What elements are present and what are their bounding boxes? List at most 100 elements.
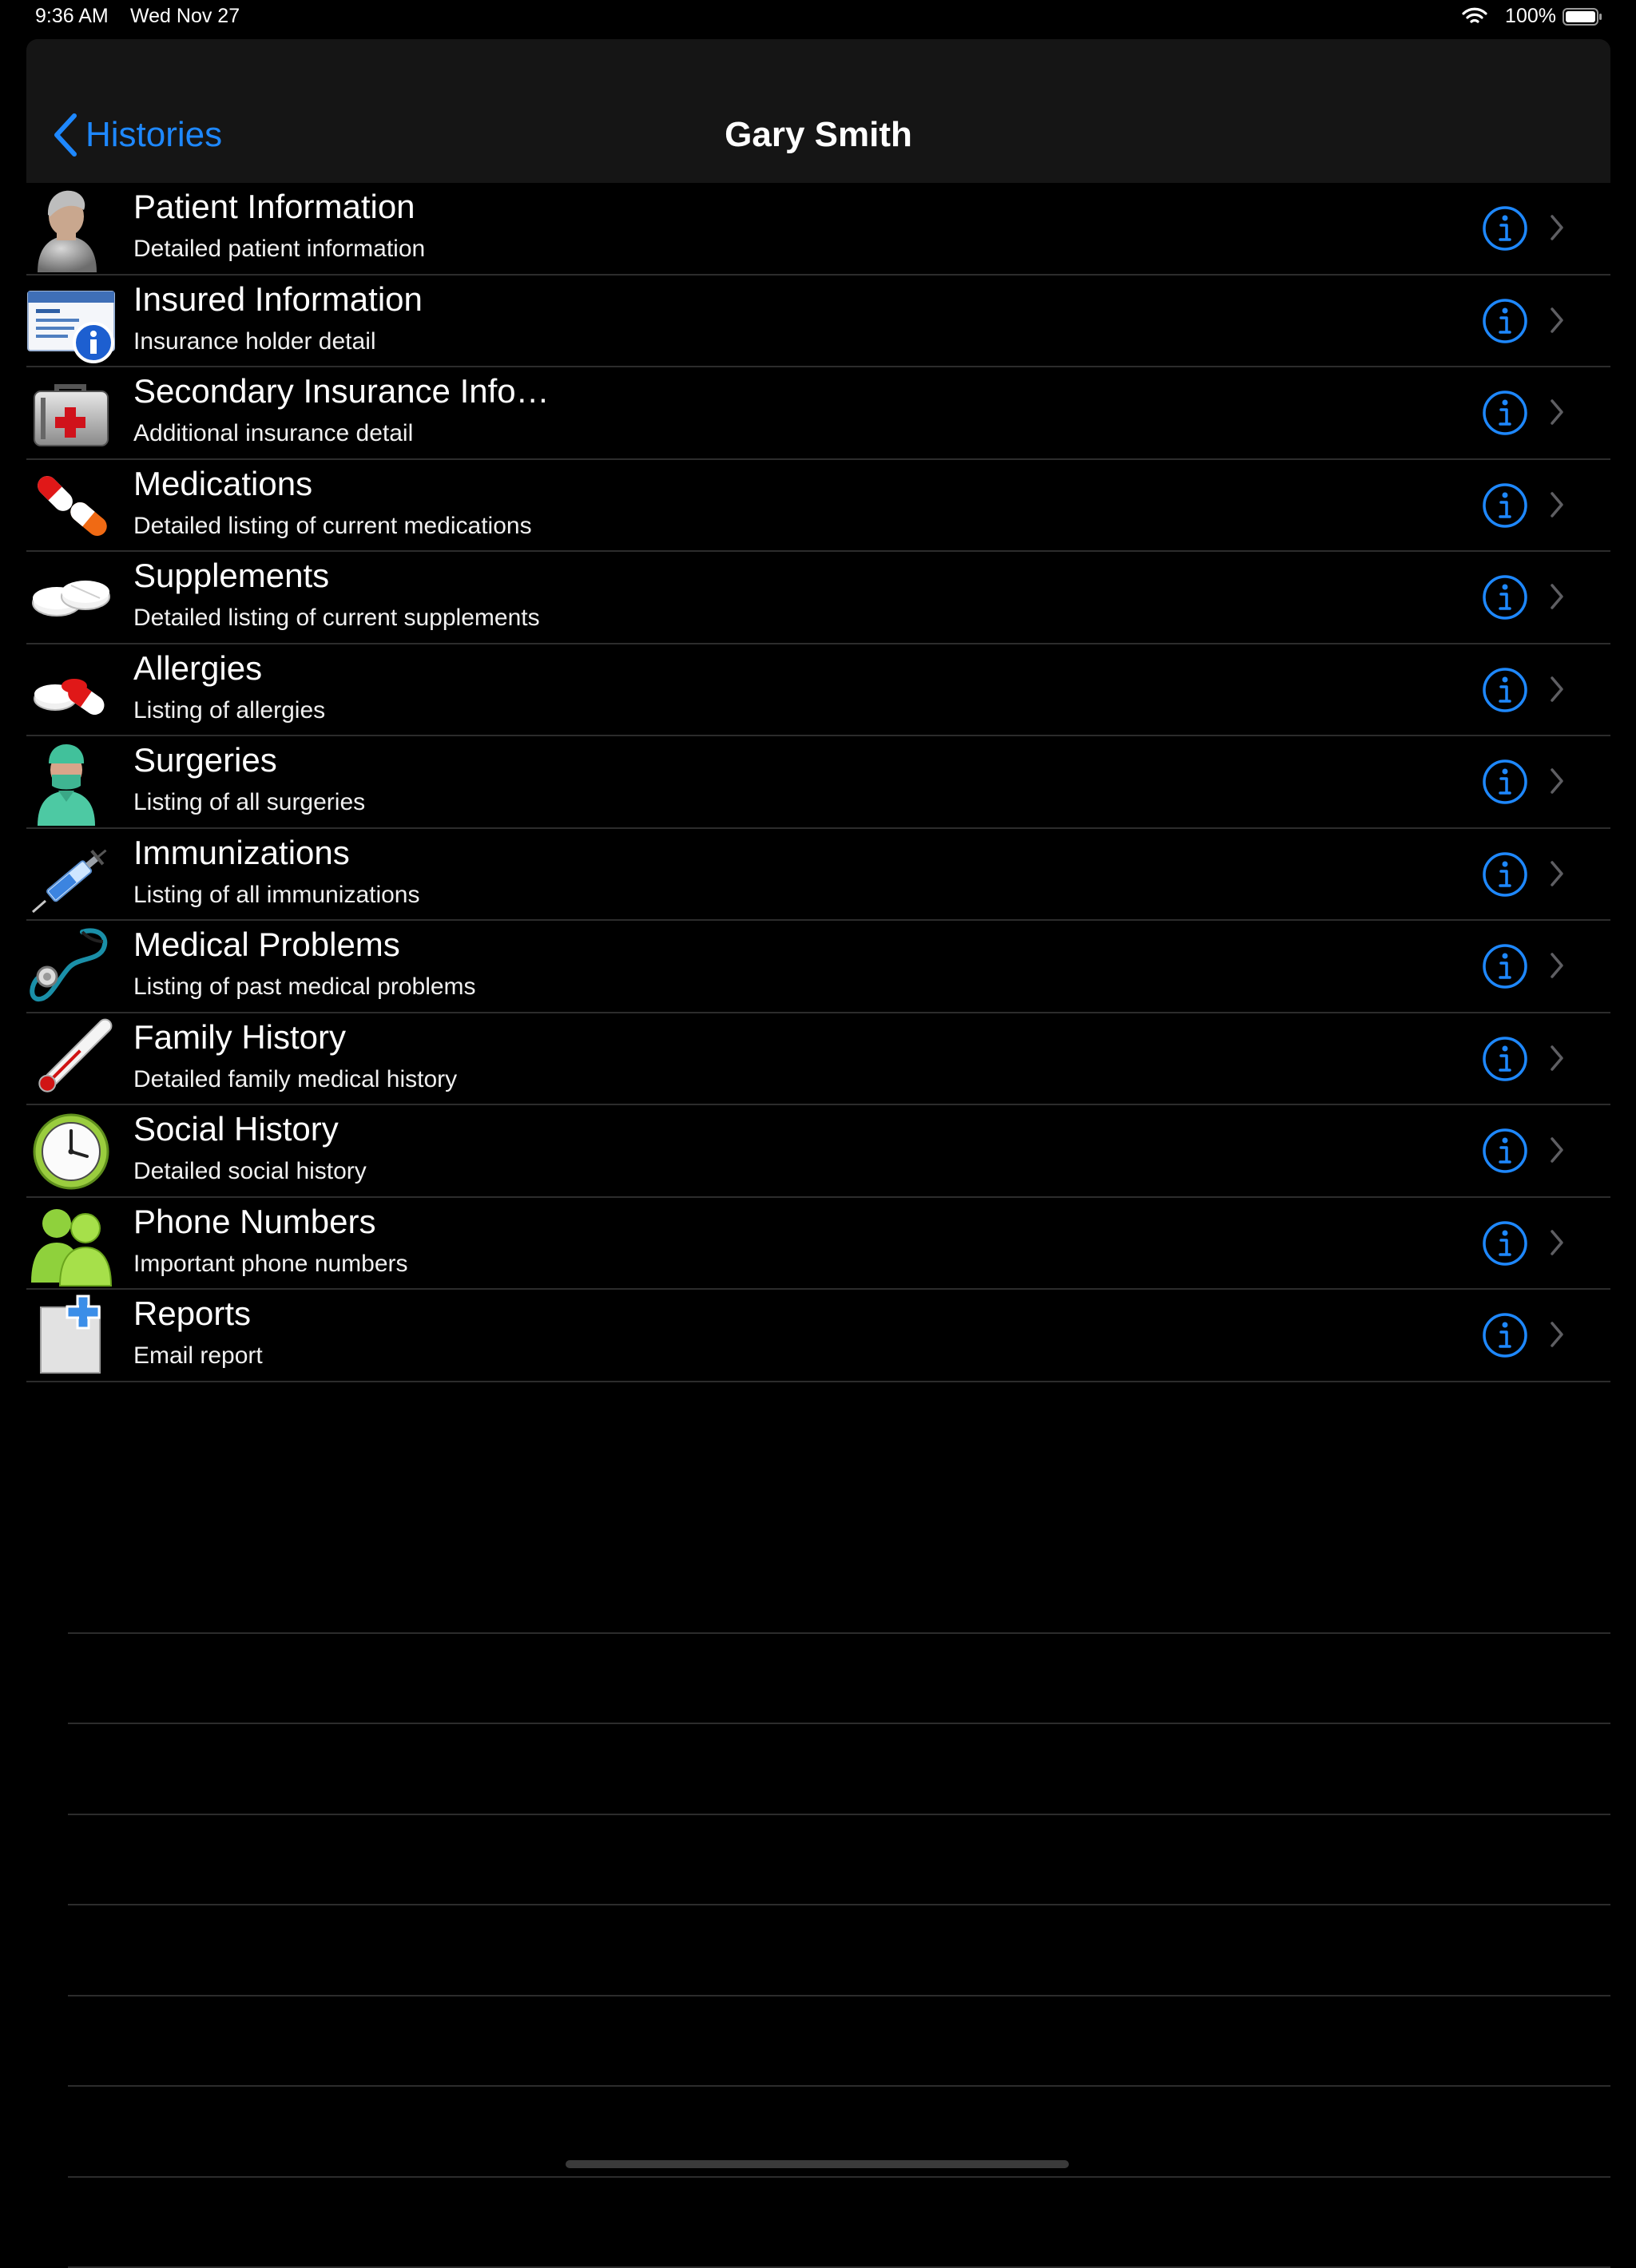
info-button[interactable] bbox=[1482, 1312, 1528, 1358]
first-aid-kit-icon bbox=[26, 369, 116, 457]
list-item-subtitle: Detailed social history bbox=[133, 1158, 367, 1185]
info-button[interactable] bbox=[1482, 759, 1528, 805]
list-item-title: Reports bbox=[133, 1295, 251, 1333]
list-item-title: Family History bbox=[133, 1018, 346, 1057]
list-item-subtitle: Detailed patient information bbox=[133, 236, 425, 263]
tablets-icon bbox=[26, 553, 116, 641]
status-bar: 9:36 AM Wed Nov 27 100% bbox=[0, 0, 1636, 34]
list-item-title: Allergies bbox=[133, 649, 262, 688]
info-button[interactable] bbox=[1482, 1036, 1528, 1082]
list-item-medications[interactable]: Medications Detailed listing of current … bbox=[26, 460, 1610, 553]
wifi-icon bbox=[1462, 6, 1487, 26]
list-item-reports[interactable]: Reports Email report bbox=[26, 1290, 1610, 1382]
row-separator bbox=[68, 2178, 1610, 2268]
chevron-right-icon bbox=[1549, 951, 1565, 980]
history-section-list: Patient Information Detailed patient inf… bbox=[26, 183, 1610, 1382]
list-item-secondary-insurance[interactable]: Secondary Insurance Info… Additional ins… bbox=[26, 367, 1610, 460]
status-time: 9:36 AM bbox=[35, 5, 109, 28]
list-item-supplements[interactable]: Supplements Detailed listing of current … bbox=[26, 552, 1610, 644]
info-button[interactable] bbox=[1482, 205, 1528, 252]
info-icon bbox=[1482, 298, 1528, 344]
info-icon bbox=[1482, 851, 1528, 898]
history-detail-panel: Histories Gary Smith Patient Information… bbox=[26, 39, 1610, 2143]
info-button[interactable] bbox=[1482, 1220, 1528, 1267]
new-report-icon bbox=[26, 1291, 116, 1379]
list-item-subtitle: Important phone numbers bbox=[133, 1251, 408, 1278]
row-separator bbox=[68, 1543, 1610, 1634]
chevron-right-icon bbox=[1549, 582, 1565, 611]
list-item-title: Medical Problems bbox=[133, 926, 400, 964]
chevron-right-icon bbox=[1549, 1044, 1565, 1073]
info-icon bbox=[1482, 205, 1528, 252]
status-date: Wed Nov 27 bbox=[130, 5, 240, 28]
list-item-title: Supplements bbox=[133, 557, 329, 595]
list-item-subtitle: Listing of allergies bbox=[133, 697, 325, 724]
info-button[interactable] bbox=[1482, 943, 1528, 989]
chevron-right-icon bbox=[1549, 398, 1565, 426]
list-item-immunizations[interactable]: Immunizations Listing of all immunizatio… bbox=[26, 829, 1610, 922]
contacts-icon bbox=[26, 1199, 116, 1287]
info-button[interactable] bbox=[1482, 482, 1528, 529]
info-button[interactable] bbox=[1482, 667, 1528, 713]
home-indicator[interactable] bbox=[566, 2160, 1069, 2168]
row-separator bbox=[68, 1634, 1610, 1725]
info-icon bbox=[1482, 574, 1528, 621]
info-button[interactable] bbox=[1482, 298, 1528, 344]
chevron-right-icon bbox=[1549, 859, 1565, 888]
info-icon bbox=[1482, 759, 1528, 805]
info-icon bbox=[1482, 1036, 1528, 1082]
list-item-title: Surgeries bbox=[133, 741, 277, 779]
list-item-family-history[interactable]: Family History Detailed family medical h… bbox=[26, 1013, 1610, 1106]
list-item-subtitle: Listing of all immunizations bbox=[133, 882, 420, 909]
row-separator bbox=[68, 1905, 1610, 1996]
list-item-title: Insured Information bbox=[133, 280, 423, 319]
list-item-subtitle: Detailed family medical history bbox=[133, 1066, 457, 1093]
pills-icon bbox=[26, 646, 116, 734]
clock-icon bbox=[26, 1107, 116, 1195]
syringe-icon bbox=[26, 831, 116, 918]
list-item-subtitle: Listing of past medical problems bbox=[133, 973, 476, 1001]
list-item-subtitle: Listing of all surgeries bbox=[133, 789, 365, 816]
list-item-surgeries[interactable]: Surgeries Listing of all surgeries bbox=[26, 736, 1610, 829]
list-item-subtitle: Email report bbox=[133, 1342, 263, 1370]
chevron-right-icon bbox=[1549, 213, 1565, 242]
chevron-right-icon bbox=[1549, 306, 1565, 335]
info-icon bbox=[1482, 390, 1528, 436]
surgeon-icon bbox=[26, 738, 116, 826]
info-button[interactable] bbox=[1482, 1128, 1528, 1174]
info-icon bbox=[1482, 482, 1528, 529]
info-icon bbox=[1482, 1220, 1528, 1267]
chevron-right-icon bbox=[1549, 1320, 1565, 1349]
row-separator bbox=[68, 1724, 1610, 1815]
list-item-social-history[interactable]: Social History Detailed social history bbox=[26, 1105, 1610, 1198]
page-title: Gary Smith bbox=[26, 107, 1610, 163]
chevron-right-icon bbox=[1549, 675, 1565, 704]
info-icon bbox=[1482, 1128, 1528, 1174]
list-item-insured-information[interactable]: Insured Information Insurance holder det… bbox=[26, 276, 1610, 368]
info-button[interactable] bbox=[1482, 390, 1528, 436]
list-item-medical-problems[interactable]: Medical Problems Listing of past medical… bbox=[26, 921, 1610, 1013]
row-separator bbox=[68, 1996, 1610, 2088]
list-item-patient-information[interactable]: Patient Information Detailed patient inf… bbox=[26, 183, 1610, 276]
patient-icon bbox=[26, 184, 116, 272]
stethoscope-icon bbox=[26, 922, 116, 1010]
list-item-title: Patient Information bbox=[133, 188, 415, 226]
thermometer-icon bbox=[26, 1015, 116, 1103]
list-item-title: Secondary Insurance Info… bbox=[133, 372, 550, 410]
navigation-bar: Histories Gary Smith bbox=[26, 39, 1610, 183]
chevron-right-icon bbox=[1549, 1136, 1565, 1164]
battery-percentage: 100% bbox=[1505, 5, 1556, 28]
battery-icon bbox=[1563, 7, 1602, 26]
list-item-subtitle: Detailed listing of current medications bbox=[133, 513, 532, 540]
info-icon bbox=[1482, 1312, 1528, 1358]
list-item-subtitle: Additional insurance detail bbox=[133, 420, 413, 447]
info-button[interactable] bbox=[1482, 851, 1528, 898]
list-item-subtitle: Insurance holder detail bbox=[133, 328, 376, 355]
list-item-title: Social History bbox=[133, 1110, 339, 1148]
list-item-allergies[interactable]: Allergies Listing of allergies bbox=[26, 644, 1610, 737]
list-item-title: Medications bbox=[133, 465, 312, 503]
info-button[interactable] bbox=[1482, 574, 1528, 621]
empty-row-separators bbox=[68, 1543, 1610, 2268]
list-item-phone-numbers[interactable]: Phone Numbers Important phone numbers bbox=[26, 1198, 1610, 1291]
capsule-icon bbox=[26, 462, 116, 549]
